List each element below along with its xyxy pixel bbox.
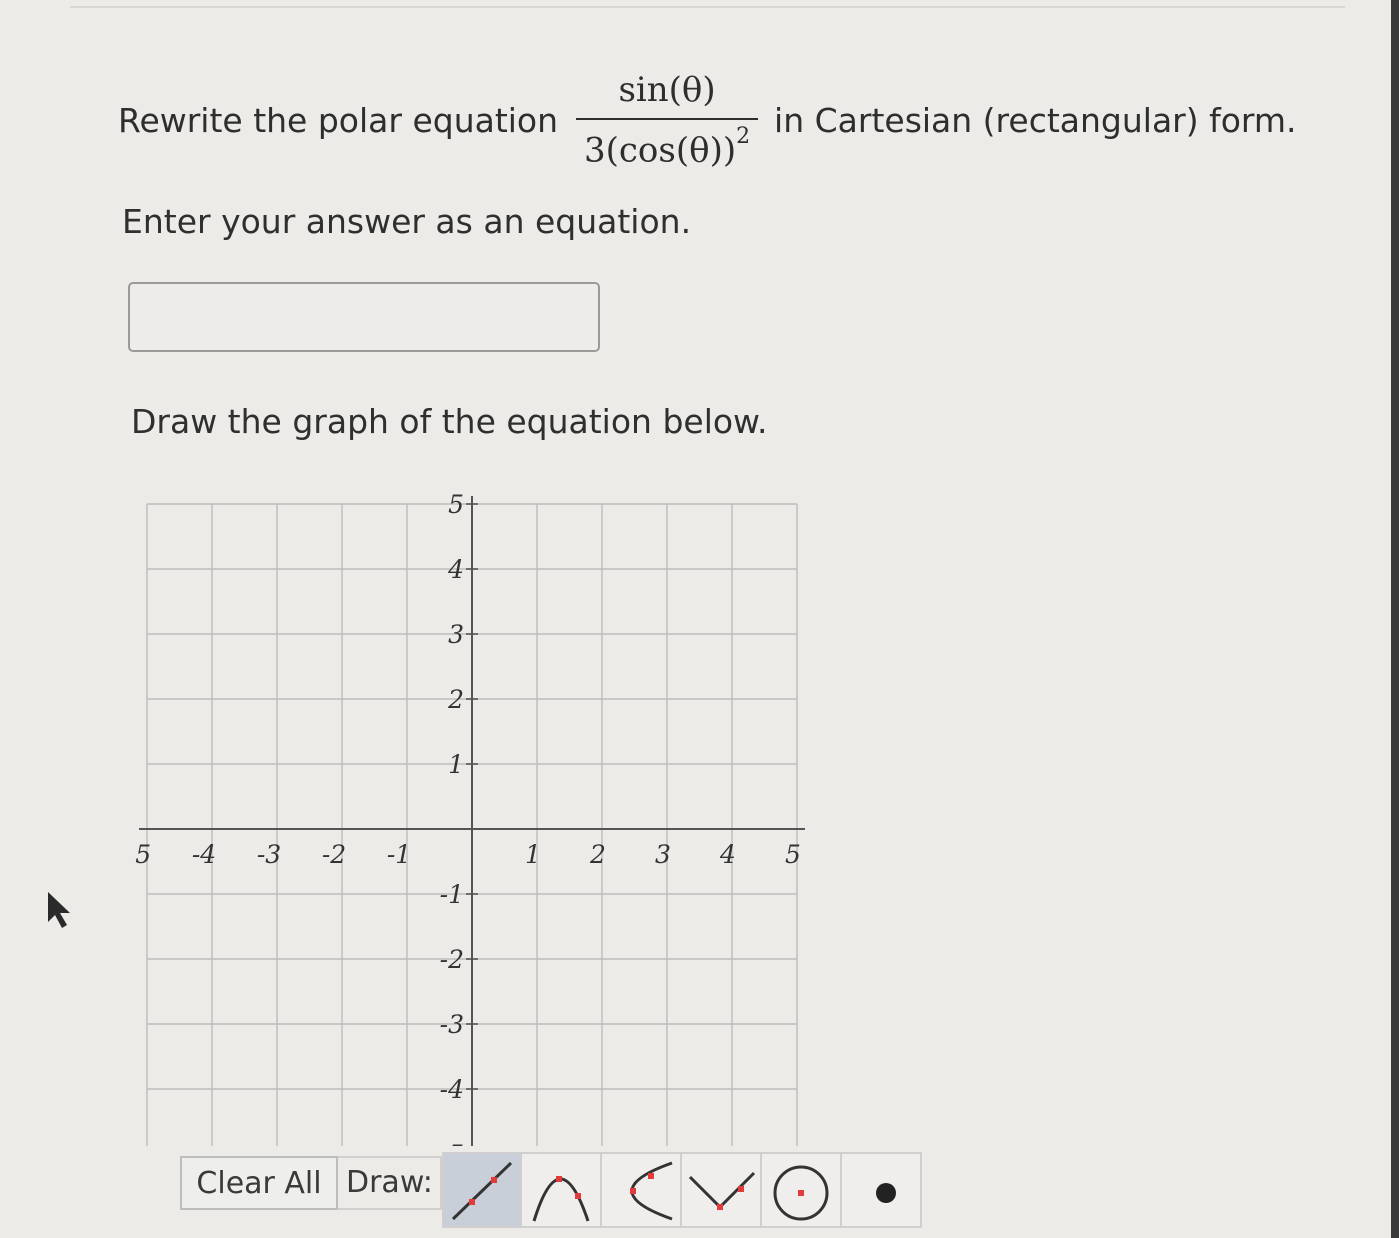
answer-input[interactable]: [128, 282, 600, 352]
graph-canvas[interactable]: -5 -4 -3 -2 -1 1 2 3 4 5 5 4 3 2 1 -1 -2 -3 -4 -5: [135, 490, 825, 1146]
question-text: Rewrite the polar equation sin(θ) 3(cos(…: [118, 70, 1297, 170]
clear-all-button[interactable]: Clear All: [180, 1156, 338, 1210]
top-divider: [70, 6, 1345, 8]
x-tick-label: 2: [589, 840, 606, 869]
x-tick-label: 3: [655, 840, 671, 869]
polar-equation-fraction: sin(θ) 3(cos(θ))2: [576, 70, 759, 170]
draw-prompt: Draw the graph of the equation below.: [131, 402, 768, 441]
x-tick-label: -3: [257, 840, 281, 869]
x-tick-label: 4: [719, 840, 736, 869]
line-tool-button[interactable]: [442, 1152, 522, 1228]
horizontal-parabola-tool-icon: [630, 1161, 673, 1221]
draw-toolbar: Clear All Draw:: [180, 1152, 922, 1228]
point-tool-button[interactable]: [842, 1152, 922, 1228]
y-tick-label: -3: [440, 1010, 464, 1039]
horizontal-parabola-tool-button[interactable]: [602, 1152, 682, 1228]
x-tick-label: -1: [387, 840, 411, 869]
parabola-tool-button[interactable]: [522, 1152, 602, 1228]
y-tick-label: 5: [448, 490, 464, 519]
y-tick-label: -2: [440, 945, 464, 974]
point-tool-icon: [876, 1183, 896, 1203]
y-tick-label: 3: [448, 620, 464, 649]
x-tick-label: -5: [135, 840, 151, 869]
mouse-cursor-icon: [48, 892, 70, 928]
absolute-value-tool-button[interactable]: [682, 1152, 762, 1228]
circle-tool-icon: [773, 1165, 829, 1221]
y-tick-label: -1: [440, 880, 464, 909]
denominator-exponent: 2: [736, 124, 751, 149]
answer-prompt: Enter your answer as an equation.: [122, 202, 692, 241]
circle-tool-button[interactable]: [762, 1152, 842, 1228]
y-tick-label: -5: [440, 1140, 464, 1146]
draw-label: Draw:: [338, 1156, 442, 1210]
x-tick-label: 1: [525, 840, 541, 869]
axes: [139, 496, 805, 1146]
question-suffix: in Cartesian (rectangular) form.: [774, 100, 1297, 140]
x-tick-label: -2: [322, 840, 346, 869]
parabola-tool-icon: [532, 1176, 590, 1222]
y-tick-label: 2: [447, 685, 464, 714]
line-tool-icon: [451, 1161, 513, 1221]
question-prefix: Rewrite the polar equation: [118, 100, 559, 140]
denominator-base: 3(cos(θ)): [583, 130, 737, 171]
absolute-value-tool-icon: [688, 1171, 756, 1210]
screen-edge: [1391, 0, 1399, 1238]
fraction-numerator: sin(θ): [618, 70, 716, 110]
x-tick-label: -4: [192, 840, 216, 869]
y-tick-label: 1: [448, 750, 464, 779]
y-tick-label: 4: [447, 555, 464, 584]
fraction-denominator: 3(cos(θ))2: [580, 120, 754, 170]
x-tick-label: 5: [785, 840, 801, 869]
tick-labels: -5 -4 -3 -2 -1 1 2 3 4 5 5 4 3 2 1 -1 -2 -3 -4 -5: [135, 490, 801, 1146]
y-tick-label: -4: [440, 1075, 464, 1104]
